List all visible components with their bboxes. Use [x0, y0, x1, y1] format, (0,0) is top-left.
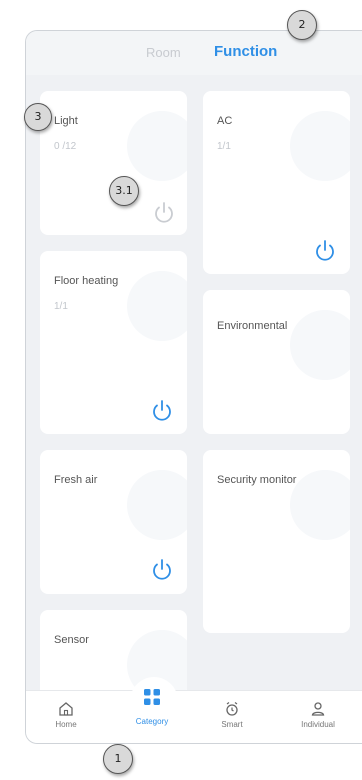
card-floor-heating-count: 1/1	[54, 301, 68, 312]
card-light[interactable]: Light 0 /12	[40, 91, 187, 235]
light-power-button[interactable]	[152, 201, 176, 225]
nav-category-label: Category	[135, 717, 169, 726]
card-sensor-title: Sensor	[54, 634, 89, 646]
power-icon	[155, 202, 173, 223]
nav-individual[interactable]: Individual	[288, 701, 348, 729]
nav-category[interactable]: Category	[122, 717, 182, 726]
security-background-icon	[290, 470, 350, 540]
nav-home-label: Home	[55, 720, 77, 729]
power-icon	[153, 400, 171, 421]
tab-function[interactable]: Function	[214, 43, 277, 60]
card-light-count: 0 /12	[54, 141, 77, 152]
card-environmental[interactable]: Environmental	[203, 290, 350, 434]
card-ac-title: AC	[217, 115, 233, 127]
floor-heating-background-icon	[127, 271, 187, 341]
fresh-air-power-button[interactable]	[150, 558, 174, 582]
nav-smart[interactable]: Smart	[202, 701, 262, 729]
annotation-badge-1: 1	[103, 744, 133, 774]
card-fresh-air[interactable]: Fresh air	[40, 450, 187, 594]
card-floor-heating-title: Floor heating	[54, 275, 119, 287]
card-environmental-title: Environmental	[217, 320, 288, 332]
annotation-badge-3: 3	[24, 103, 52, 131]
bottom-nav: Home Category Smart Individual	[26, 677, 362, 743]
ac-power-button[interactable]	[313, 239, 337, 263]
power-icon	[153, 559, 171, 580]
floor-heating-power-button[interactable]	[150, 399, 174, 423]
top-tab-bar: Room Function	[26, 31, 362, 75]
tab-room[interactable]: Room	[146, 45, 181, 60]
fresh-air-background-icon	[127, 470, 187, 540]
annotation-badge-2: 2	[287, 10, 317, 40]
light-background-icon	[127, 111, 187, 181]
environmental-background-icon	[290, 310, 350, 380]
card-fresh-air-title: Fresh air	[54, 474, 98, 486]
nav-smart-label: Smart	[221, 720, 243, 729]
card-light-title: Light	[54, 115, 78, 127]
card-security-title: Security monitor	[217, 474, 297, 486]
card-ac[interactable]: AC 1/1	[203, 91, 350, 274]
power-icon	[316, 240, 334, 261]
app-screen: Room Function Light 0 /12 AC 1/1 Floor h…	[25, 30, 362, 744]
card-ac-count: 1/1	[217, 141, 231, 152]
card-floor-heating[interactable]: Floor heating 1/1	[40, 251, 187, 434]
category-icon[interactable]	[142, 687, 162, 707]
card-security-monitor[interactable]: Security monitor	[203, 450, 350, 633]
home-icon	[59, 702, 73, 716]
nav-home[interactable]: Home	[36, 701, 96, 729]
alarm-clock-icon	[226, 702, 238, 716]
person-icon	[311, 702, 325, 716]
annotation-badge-3-1: 3.1	[109, 176, 139, 206]
nav-individual-label: Individual	[301, 720, 335, 729]
ac-background-icon	[290, 111, 350, 181]
